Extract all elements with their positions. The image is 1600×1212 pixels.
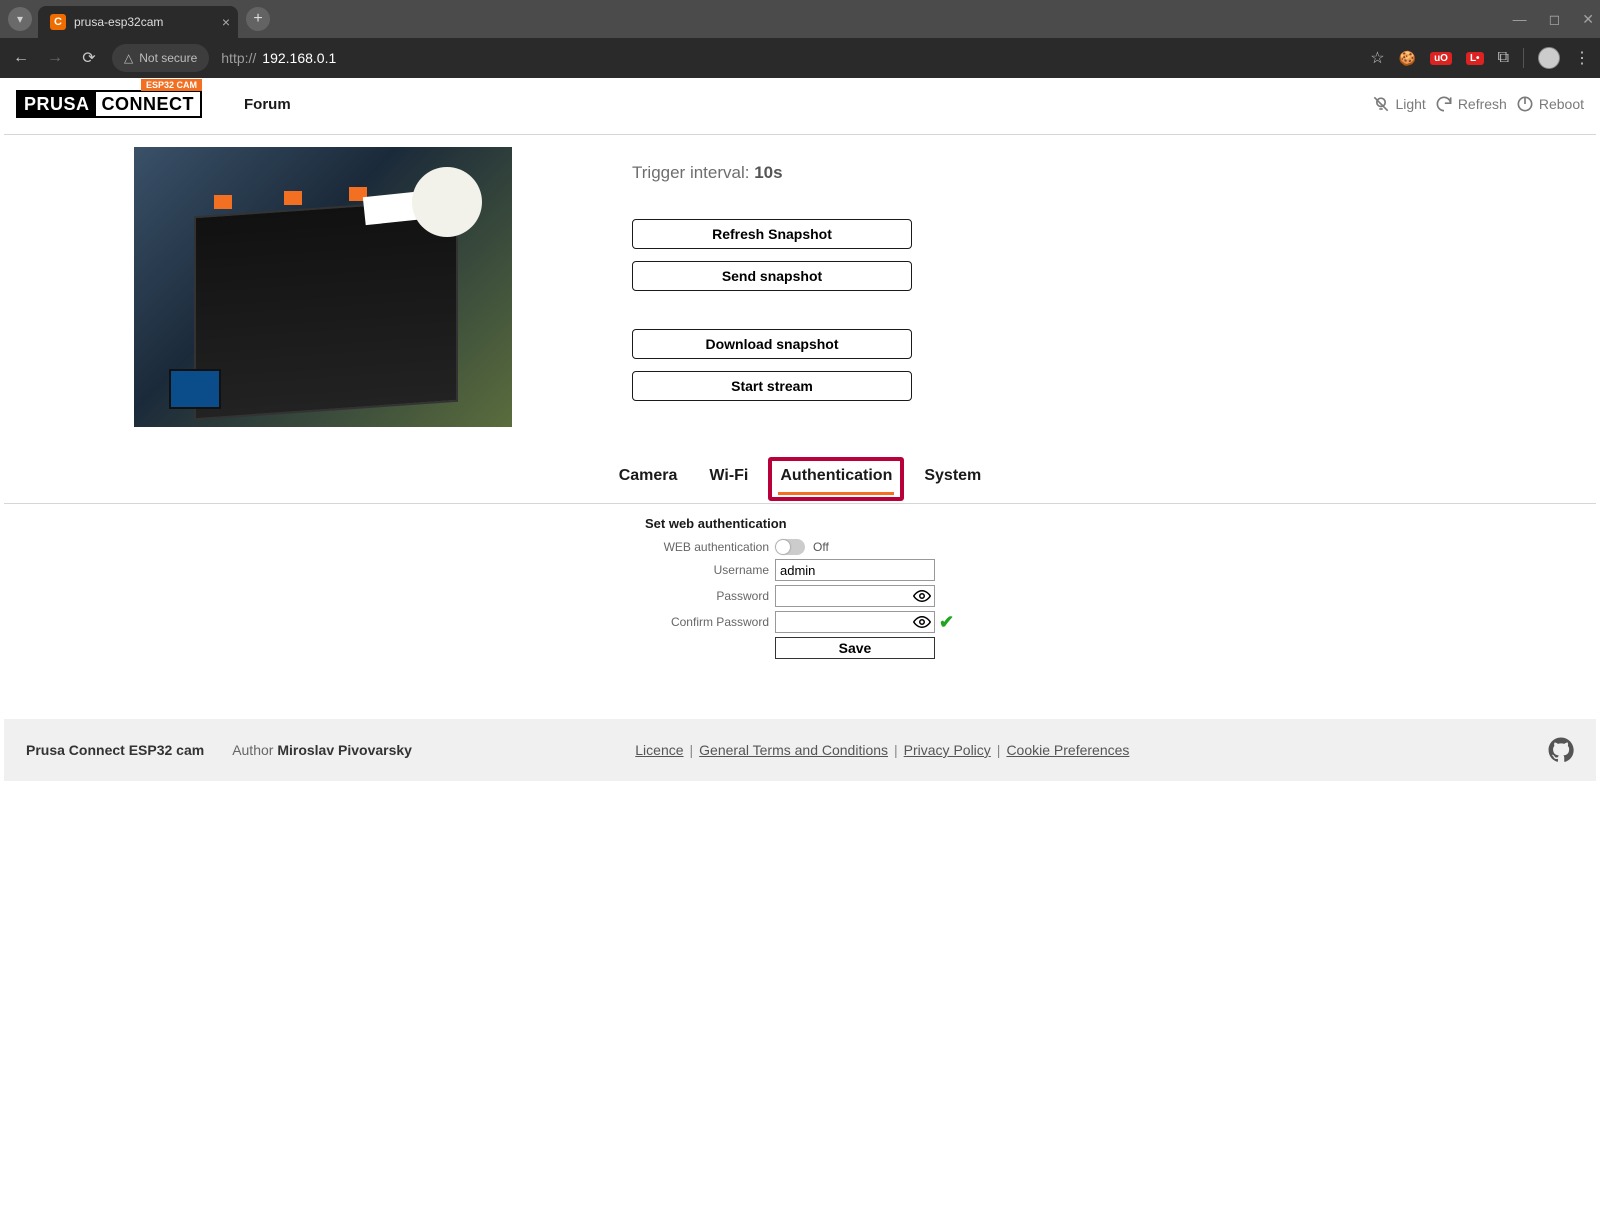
settings-tabs: Camera Wi-Fi Authentication System: [4, 447, 1596, 504]
refresh-button[interactable]: Refresh: [1434, 94, 1507, 114]
footer-title: Prusa Connect ESP32 cam: [26, 742, 204, 758]
browser-menu-icon[interactable]: ⋮: [1574, 48, 1590, 68]
tab-authentication[interactable]: Authentication: [778, 463, 894, 495]
light-icon: [1371, 94, 1391, 114]
auth-form: Set web authentication WEB authenticatio…: [645, 512, 955, 659]
not-secure-label: Not secure: [139, 51, 197, 65]
snapshot-controls: Trigger interval: 10s Refresh Snapshot S…: [632, 147, 912, 401]
tab-favicon: C: [50, 14, 66, 30]
logo: ESP32 CAM PRUSA CONNECT: [16, 88, 202, 120]
profile-avatar[interactable]: [1538, 47, 1560, 69]
footer-licence-link[interactable]: Licence: [635, 742, 683, 758]
refresh-icon: [1434, 94, 1454, 114]
check-ok-icon: ✔: [939, 612, 954, 633]
forum-link[interactable]: Forum: [244, 96, 291, 113]
auth-form-title: Set web authentication: [645, 512, 955, 535]
footer-author: Author Miroslav Pivovarsky: [232, 742, 412, 758]
save-button[interactable]: Save: [775, 637, 935, 659]
power-icon: [1515, 94, 1535, 114]
start-stream-button[interactable]: Start stream: [632, 371, 912, 401]
tab-search-button[interactable]: ▾: [8, 7, 32, 31]
tab-wifi[interactable]: Wi-Fi: [707, 463, 750, 495]
security-chip[interactable]: △ Not secure: [112, 44, 209, 72]
url-scheme: http://: [221, 50, 256, 66]
github-icon[interactable]: [1548, 737, 1574, 763]
browser-tab[interactable]: C prusa-esp32cam ×: [38, 6, 238, 38]
warning-icon: △: [124, 51, 133, 65]
password-input[interactable]: [775, 585, 935, 607]
url-bar[interactable]: http:// 192.168.0.1: [221, 50, 336, 66]
window-close-icon[interactable]: ✕: [1582, 11, 1594, 28]
new-tab-button[interactable]: +: [246, 7, 270, 31]
tab-system[interactable]: System: [922, 463, 983, 495]
tab-title: prusa-esp32cam: [74, 15, 163, 29]
browser-titlebar: ▾ C prusa-esp32cam × + — ◻ ✕: [0, 0, 1600, 38]
web-auth-state: Off: [813, 540, 829, 554]
reboot-label: Reboot: [1539, 96, 1584, 112]
trigger-value: 10s: [754, 163, 782, 182]
tab-close-icon[interactable]: ×: [222, 14, 230, 30]
refresh-label: Refresh: [1458, 96, 1507, 112]
refresh-snapshot-button[interactable]: Refresh Snapshot: [632, 219, 912, 249]
url-host: 192.168.0.1: [262, 50, 336, 66]
logo-prusa: PRUSA: [18, 92, 96, 116]
download-snapshot-button[interactable]: Download snapshot: [632, 329, 912, 359]
tab-camera[interactable]: Camera: [617, 463, 680, 495]
window-minimize-icon[interactable]: —: [1513, 11, 1527, 27]
extensions-icon[interactable]: ⧉: [1498, 49, 1509, 67]
username-input[interactable]: [775, 559, 935, 581]
logo-connect: CONNECT: [96, 92, 201, 116]
footer-cookies-link[interactable]: Cookie Preferences: [1006, 742, 1129, 758]
light-button[interactable]: Light: [1371, 94, 1425, 114]
trigger-interval: Trigger interval: 10s: [632, 163, 912, 183]
nav-reload-icon[interactable]: ⟳: [78, 48, 100, 68]
nav-forward-icon[interactable]: →: [44, 49, 66, 67]
footer-terms-link[interactable]: General Terms and Conditions: [699, 742, 888, 758]
snapshot-image: [134, 147, 512, 427]
trigger-label: Trigger interval:: [632, 163, 754, 182]
page-header: ESP32 CAM PRUSA CONNECT Forum Light Refr…: [4, 78, 1596, 135]
ext-lastpass-icon[interactable]: L•: [1466, 52, 1484, 65]
separator: [1523, 48, 1524, 68]
browser-navbar: ← → ⟳ △ Not secure http://192.168.0.1 ☆ …: [0, 38, 1600, 78]
reboot-button[interactable]: Reboot: [1515, 94, 1584, 114]
ext-ublock-icon[interactable]: uO: [1430, 52, 1452, 65]
nav-back-icon[interactable]: ←: [10, 49, 32, 67]
web-auth-toggle[interactable]: [775, 539, 805, 555]
confirm-password-input[interactable]: [775, 611, 935, 633]
web-auth-label: WEB authentication: [645, 540, 775, 554]
password-label: Password: [645, 589, 775, 603]
logo-tag: ESP32 CAM: [141, 79, 202, 91]
eye-icon[interactable]: [913, 587, 931, 605]
eye-icon[interactable]: [913, 613, 931, 631]
ext-cookie-icon[interactable]: 🍪: [1399, 50, 1416, 67]
window-maximize-icon[interactable]: ◻: [1549, 11, 1561, 28]
light-label: Light: [1395, 96, 1425, 112]
window-controls: — ◻ ✕: [1513, 0, 1594, 38]
footer-privacy-link[interactable]: Privacy Policy: [904, 742, 991, 758]
bookmark-star-icon[interactable]: ☆: [1370, 48, 1384, 68]
username-label: Username: [645, 563, 775, 577]
confirm-password-label: Confirm Password: [645, 615, 775, 629]
tab-authentication-label: Authentication: [780, 467, 892, 484]
send-snapshot-button[interactable]: Send snapshot: [632, 261, 912, 291]
page-footer: Prusa Connect ESP32 cam Author Miroslav …: [4, 719, 1596, 781]
